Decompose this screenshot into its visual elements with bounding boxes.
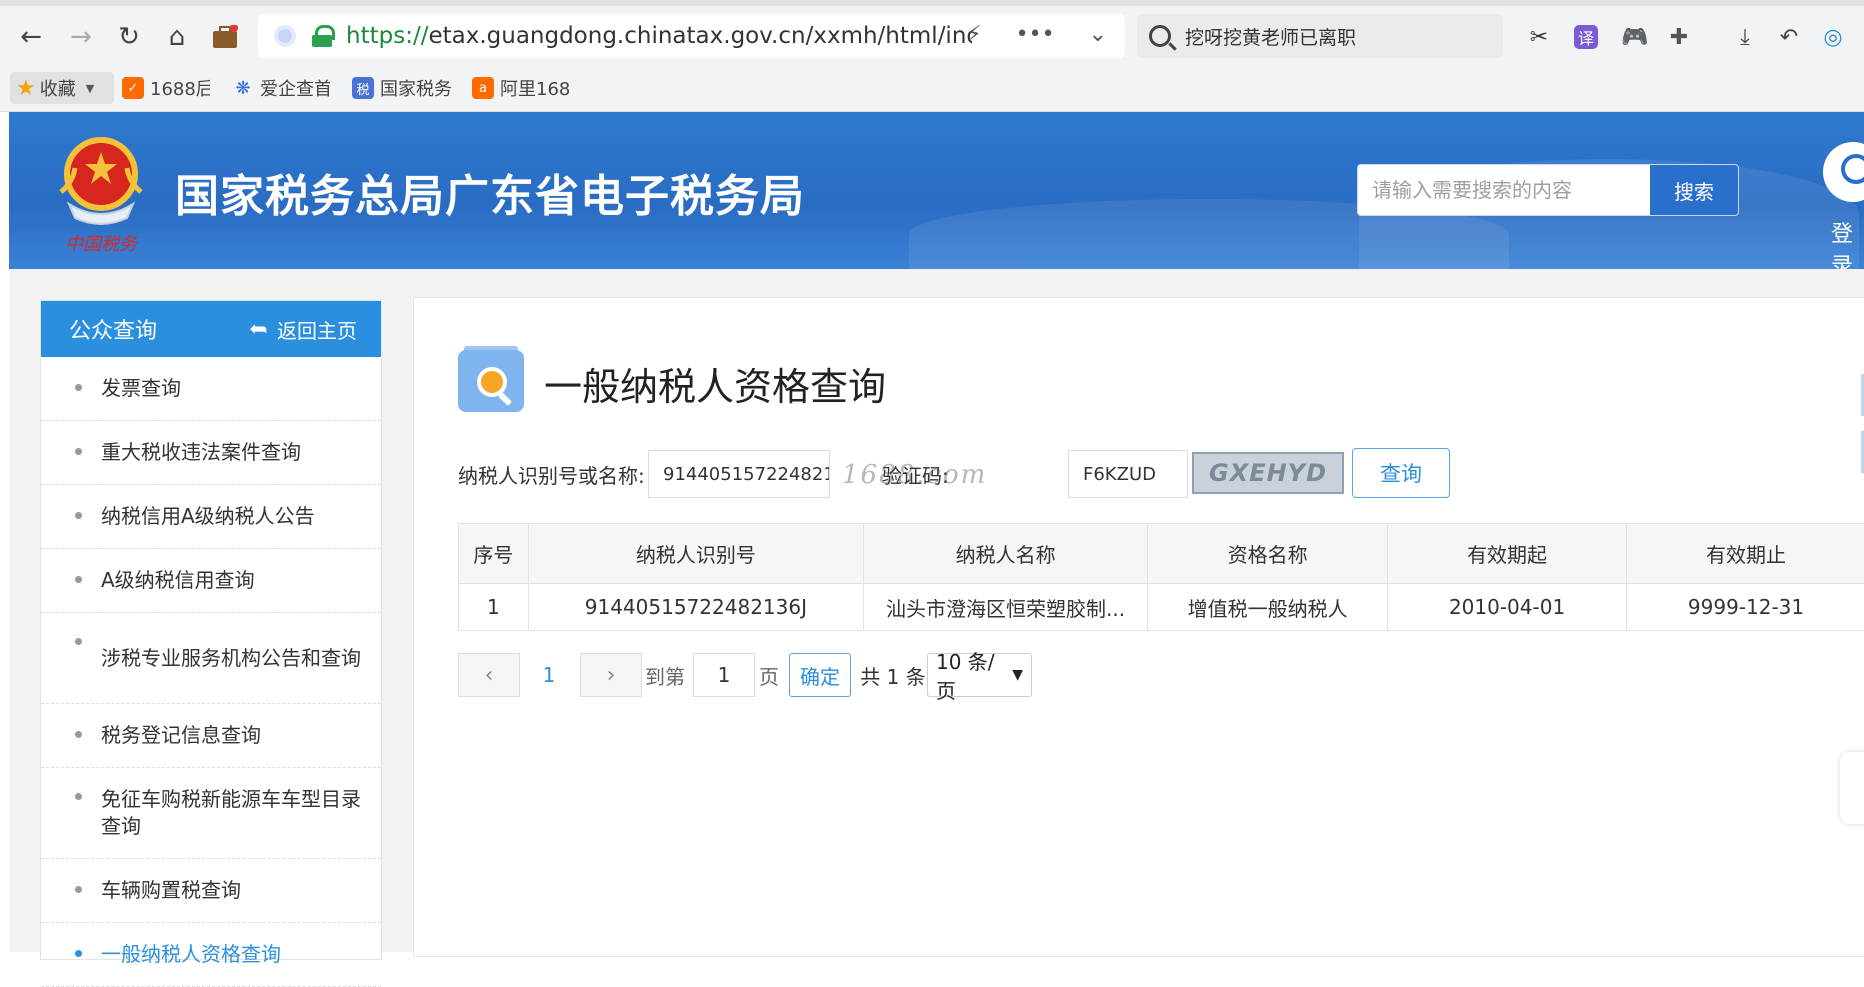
alibaba-icon: a [472, 77, 494, 99]
sidebar-item-general-taxpayer[interactable]: 一般纳税人资格查询 [41, 923, 381, 987]
sidebar-item-ev-catalog[interactable]: 免征车购税新能源车车型目录查询 [41, 768, 381, 859]
back-home-button[interactable]: ➦ 返回主页 [249, 315, 357, 344]
translate-icon[interactable]: 译 [1574, 25, 1598, 49]
home-icon[interactable]: ⌂ [160, 20, 194, 54]
chevron-down-icon[interactable]: ⌄ [1089, 22, 1107, 47]
star-icon: ★ [16, 76, 36, 101]
current-page-number[interactable]: 1 [534, 653, 564, 697]
chevron-down-icon: ▼ [1012, 667, 1023, 683]
search-icon [1149, 25, 1171, 47]
paw-icon: ❋ [232, 77, 254, 99]
tax-icon: 税 [352, 77, 374, 99]
emblem-signature: 中国税务 [65, 230, 137, 256]
national-emblem-icon [53, 132, 149, 232]
main-panel: 一般纳税人资格查询 纳税人识别号或名称: 91440515722482136J … [413, 297, 1864, 957]
taxpayer-id-label: 纳税人识别号或名称: [458, 460, 645, 489]
sidebar-item-violation[interactable]: 重大税收违法案件查询 [41, 421, 381, 485]
table-row[interactable]: 1 91440515722482136J 汕头市澄海区恒荣塑胶制... 增值税一… [459, 584, 1864, 631]
site-title: 国家税务总局广东省电子税务局 [175, 160, 805, 224]
query-document-icon [458, 346, 528, 414]
goto-label: 到第 [644, 653, 686, 697]
dropdown-icon[interactable]: ▼ [86, 82, 94, 95]
briefcase-icon[interactable] [208, 20, 242, 54]
cell-taxpayer-name: 汕头市澄海区恒荣塑胶制... [864, 584, 1148, 631]
forward-arrow-icon[interactable]: → [64, 20, 98, 54]
return-arrow-icon: ➦ [249, 317, 267, 342]
total-count: 共 1 条 [858, 653, 928, 697]
site-header: 中国税务 国家税务总局广东省电子税务局 搜索 登录 [9, 112, 1864, 269]
more-dots-icon[interactable]: ••• [1016, 22, 1055, 47]
table-header-row: 序号 纳税人识别号 纳税人名称 资格名称 有效期起 有效期止 [459, 524, 1864, 584]
prev-page-button[interactable]: ‹ [458, 653, 520, 697]
cell-valid-to: 9999-12-31 [1627, 584, 1864, 631]
bookmarks-bar: ★ 收藏 ▼ ✓ 1688后 ❋ 爱企查首 税 国家税务 a 阿里168 [0, 66, 1864, 112]
browser-logo-icon[interactable]: ◎ [1818, 22, 1848, 52]
query-button[interactable]: 查询 [1352, 448, 1450, 498]
sidebar-title: 公众查询 [69, 313, 157, 345]
address-bar[interactable]: https://etax.guangdong.chinatax.gov.cn/x… [258, 14, 1125, 58]
col-header-taxpayer-name: 纳税人名称 [864, 524, 1148, 584]
sidebar-item-registration[interactable]: 税务登记信息查询 [41, 704, 381, 768]
bookmark-tax[interactable]: 税 国家税务 [352, 72, 452, 104]
site-search: 搜索 [1357, 164, 1739, 216]
download-icon[interactable]: ⤓ [1730, 22, 1760, 52]
goto-confirm-button[interactable]: 确定 [789, 653, 851, 697]
taxpayer-id-input[interactable]: 91440515722482136J [648, 450, 830, 498]
lock-icon [312, 25, 332, 47]
page-body: 公众查询 ➦ 返回主页 发票查询 重大税收违法案件查询 纳税信用A级纳税人公告 … [9, 269, 1864, 952]
page-label: 页 [756, 653, 782, 697]
site-search-button[interactable]: 搜索 [1650, 165, 1738, 215]
bookmark-1688[interactable]: ✓ 1688后 [122, 72, 210, 104]
cell-taxpayer-id: 91440515722482136J [528, 584, 863, 631]
sidebar-item-credit-notice[interactable]: 纳税信用A级纳税人公告 [41, 485, 381, 549]
browser-toolbar: ← → ↻ ⌂ https://etax.guangdong.chinatax.… [0, 0, 1864, 66]
login-link[interactable]: 登录 [1831, 216, 1864, 269]
puzzle-icon[interactable]: ✚ [1664, 22, 1694, 52]
bookmark-aiqicha[interactable]: ❋ 爱企查首 [232, 72, 330, 104]
next-page-button[interactable]: › [580, 653, 642, 697]
back-arrow-icon[interactable]: ← [14, 20, 48, 54]
site-info-icon[interactable] [274, 25, 296, 47]
col-header-taxpayer-id: 纳税人识别号 [528, 524, 863, 584]
page-size-select[interactable]: 10 条/页 ▼ [927, 653, 1032, 697]
results-table: 序号 纳税人识别号 纳税人名称 资格名称 有效期起 有效期止 1 9144051… [458, 523, 1864, 631]
undo-icon[interactable]: ↶ [1774, 22, 1804, 52]
col-header-valid-to: 有效期止 [1627, 524, 1864, 584]
sidebar-header: 公众查询 ➦ 返回主页 [41, 301, 381, 357]
sidebar: 公众查询 ➦ 返回主页 发票查询 重大税收违法案件查询 纳税信用A级纳税人公告 … [40, 300, 382, 960]
floating-service-button[interactable] [1840, 752, 1864, 824]
captcha-label: 验证码: [882, 460, 949, 489]
bookmark-favorites[interactable]: ★ 收藏 ▼ [10, 72, 114, 104]
lightning-icon[interactable]: ⚡ [966, 22, 981, 47]
reload-icon[interactable]: ↻ [112, 20, 146, 54]
scissors-icon[interactable]: ✂ [1524, 22, 1554, 52]
col-header-qualification: 资格名称 [1148, 524, 1388, 584]
1688-icon: ✓ [122, 77, 144, 99]
col-header-index: 序号 [459, 524, 529, 584]
captcha-image[interactable]: GXEHYD [1192, 452, 1344, 494]
sidebar-item-vehicle-tax[interactable]: 车辆购置税查询 [41, 859, 381, 923]
sidebar-item-invoice[interactable]: 发票查询 [41, 357, 381, 421]
browser-search-bar[interactable]: 挖呀挖黄老师已离职 [1137, 14, 1503, 58]
site-search-input[interactable] [1358, 165, 1650, 215]
cell-index: 1 [459, 584, 529, 631]
browser-search-text: 挖呀挖黄老师已离职 [1185, 23, 1356, 50]
sidebar-item-credit-query[interactable]: A级纳税信用查询 [41, 549, 381, 613]
bookmark-alibaba[interactable]: a 阿里168 [472, 72, 572, 104]
goto-page-input[interactable]: 1 [693, 653, 755, 697]
url-text[interactable]: https://etax.guangdong.chinatax.gov.cn/x… [346, 23, 972, 49]
game-icon[interactable]: 🎮 [1620, 22, 1650, 52]
cell-valid-from: 2010-04-01 [1388, 584, 1627, 631]
cell-qualification: 增值税一般纳税人 [1148, 584, 1388, 631]
col-header-valid-from: 有效期起 [1388, 524, 1627, 584]
sidebar-item-agency[interactable]: 涉税专业服务机构公告和查询 [41, 613, 381, 704]
page-title: 一般纳税人资格查询 [544, 356, 886, 411]
captcha-input[interactable]: F6KZUD [1068, 450, 1188, 498]
